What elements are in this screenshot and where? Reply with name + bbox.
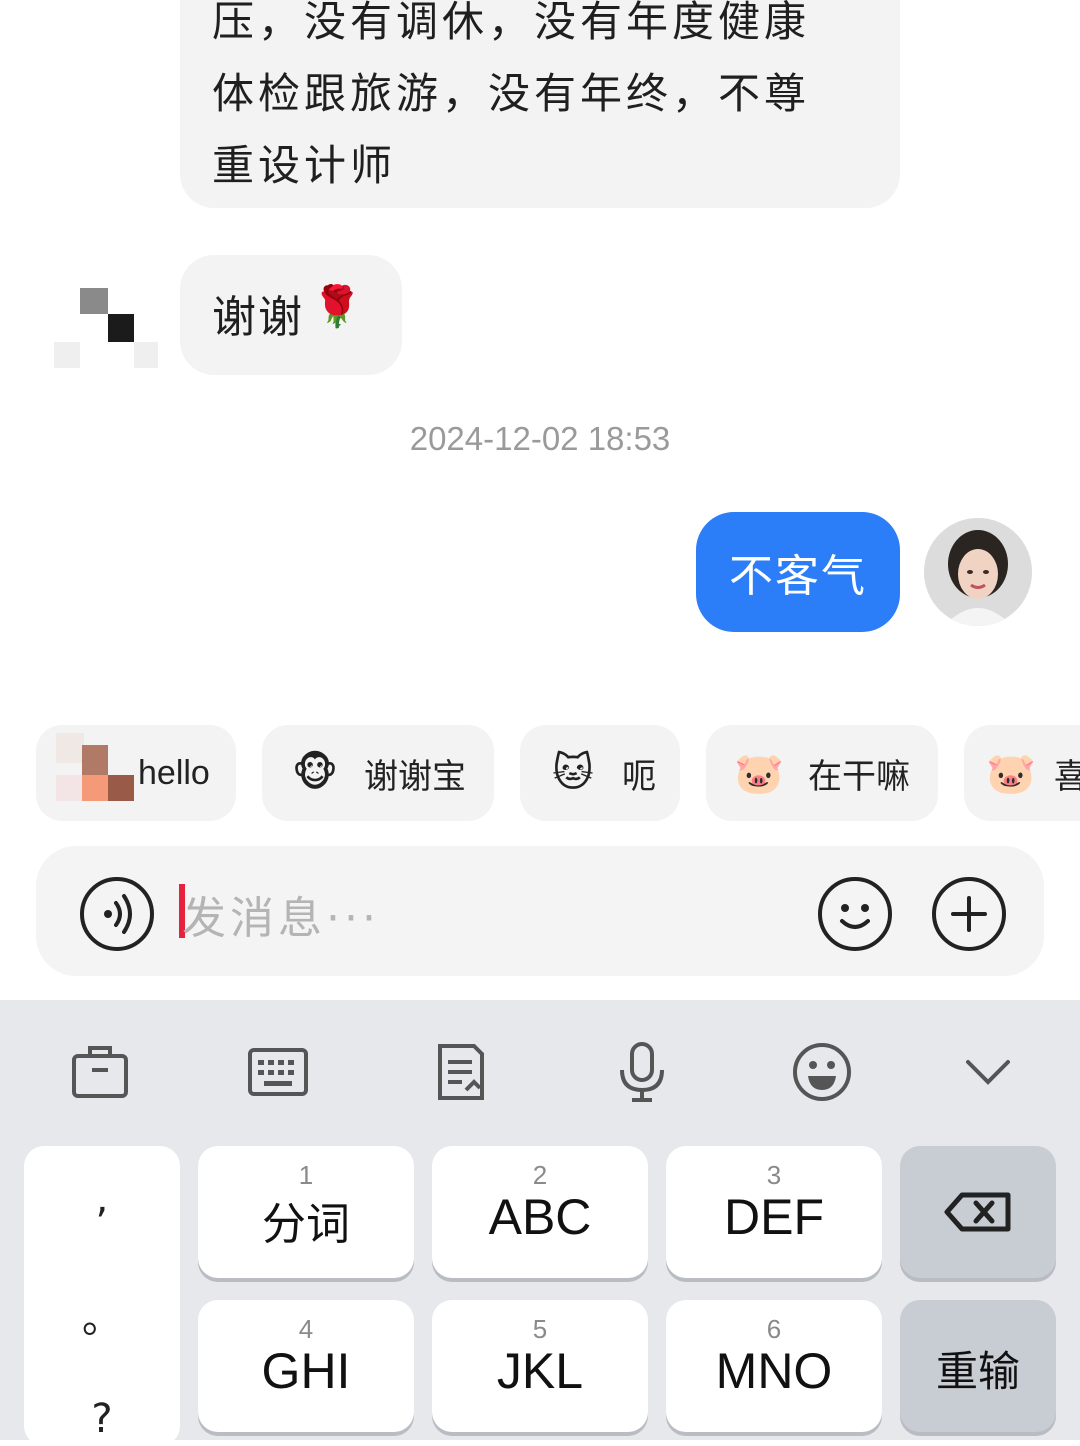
punct-comma[interactable]: , [24,1176,180,1222]
key-label: JKL [496,1343,584,1399]
add-attachment-icon[interactable] [932,877,1006,951]
key-6[interactable]: 6 MNO [666,1300,882,1432]
sticker-thumb-icon [36,725,136,821]
key-number: 3 [766,1160,782,1190]
quick-reply-label: hello [138,753,210,792]
key-label: DEF [724,1189,824,1245]
user-avatar[interactable] [924,518,1032,626]
quick-reply-e[interactable]: 🐱 呃 [520,725,680,821]
message-bubble-incoming[interactable]: 压，没有调休，没有年度健康 体检跟旅游，没有年终，不尊 重设计师 [180,0,900,208]
contact-avatar[interactable] [54,288,158,368]
key-label: MNO [715,1343,833,1399]
cat-sticker-icon: 🐱 [552,750,594,796]
key-2[interactable]: 2 ABC [432,1146,648,1278]
clipboard-icon[interactable] [428,1040,492,1104]
quick-reply-hello[interactable]: hello [36,725,236,821]
monkey-sticker-icon: 🐵 [291,750,339,796]
pig-sticker-icon: 🐷 [986,750,1036,797]
backspace-key[interactable] [900,1146,1056,1278]
quick-reply-thanks-bao[interactable]: 🐵 谢谢宝 [262,725,494,821]
punct-period[interactable]: 。 [24,1286,180,1344]
key-number: 4 [298,1314,314,1344]
key-number: 5 [532,1314,548,1344]
quick-reply-xi[interactable]: 🐷 喜 [964,725,1080,821]
key-1[interactable]: 1 分词 [198,1146,414,1278]
message-bubble-outgoing[interactable]: 不客气 [696,512,900,632]
pig-sticker-icon: 🐷 [734,750,784,797]
quick-reply-label: 呃 [622,756,656,797]
key-number: 6 [766,1314,782,1344]
message-line: 重设计师 [212,141,397,190]
quick-reply-label: 喜 [1053,756,1080,797]
key-4[interactable]: 4 GHI [198,1300,414,1432]
quick-reply-label: 在干嘛 [808,756,910,797]
keyboard-switch-icon[interactable] [246,1040,310,1104]
rose-emoji-icon: 🌹 [312,284,362,330]
punctuation-column[interactable]: , 。 ? [24,1146,180,1446]
message-timestamp: 2024-12-02 18:53 [409,420,671,457]
message-bubble-incoming[interactable]: 谢谢 🌹 [180,255,402,375]
emoji-keyboard-icon[interactable] [790,1040,854,1104]
punct-question[interactable]: ? [24,1396,180,1442]
quick-reply-label: 谢谢宝 [364,756,466,797]
key-5[interactable]: 5 JKL [432,1300,648,1432]
key-label: GHI [261,1343,351,1399]
microphone-icon[interactable] [610,1040,674,1104]
reenter-key[interactable]: 重输 [900,1300,1056,1432]
collapse-keyboard-icon[interactable] [960,1046,1016,1096]
message-line: 体检跟旅游，没有年终，不尊 [212,69,811,118]
key-label: 分词 [262,1199,350,1250]
toolbox-icon[interactable] [68,1040,132,1104]
key-3[interactable]: 3 DEF [666,1146,882,1278]
key-label: 重输 [935,1347,1020,1396]
key-label: ABC [488,1189,592,1245]
user-avatar-image [924,518,1032,626]
message-input[interactable]: 发消息··· [182,882,380,946]
key-number: 1 [298,1160,314,1190]
message-line: 压，没有调休，没有年度健康 [212,0,811,46]
message-text: 不客气 [729,551,867,602]
emoji-picker-icon[interactable] [818,877,892,951]
backspace-icon [944,1192,1011,1232]
message-text: 谢谢 [212,292,304,343]
quick-reply-zaiganma[interactable]: 🐷 在干嘛 [706,725,938,821]
voice-input-icon[interactable] [80,877,154,951]
key-number: 2 [532,1160,548,1190]
